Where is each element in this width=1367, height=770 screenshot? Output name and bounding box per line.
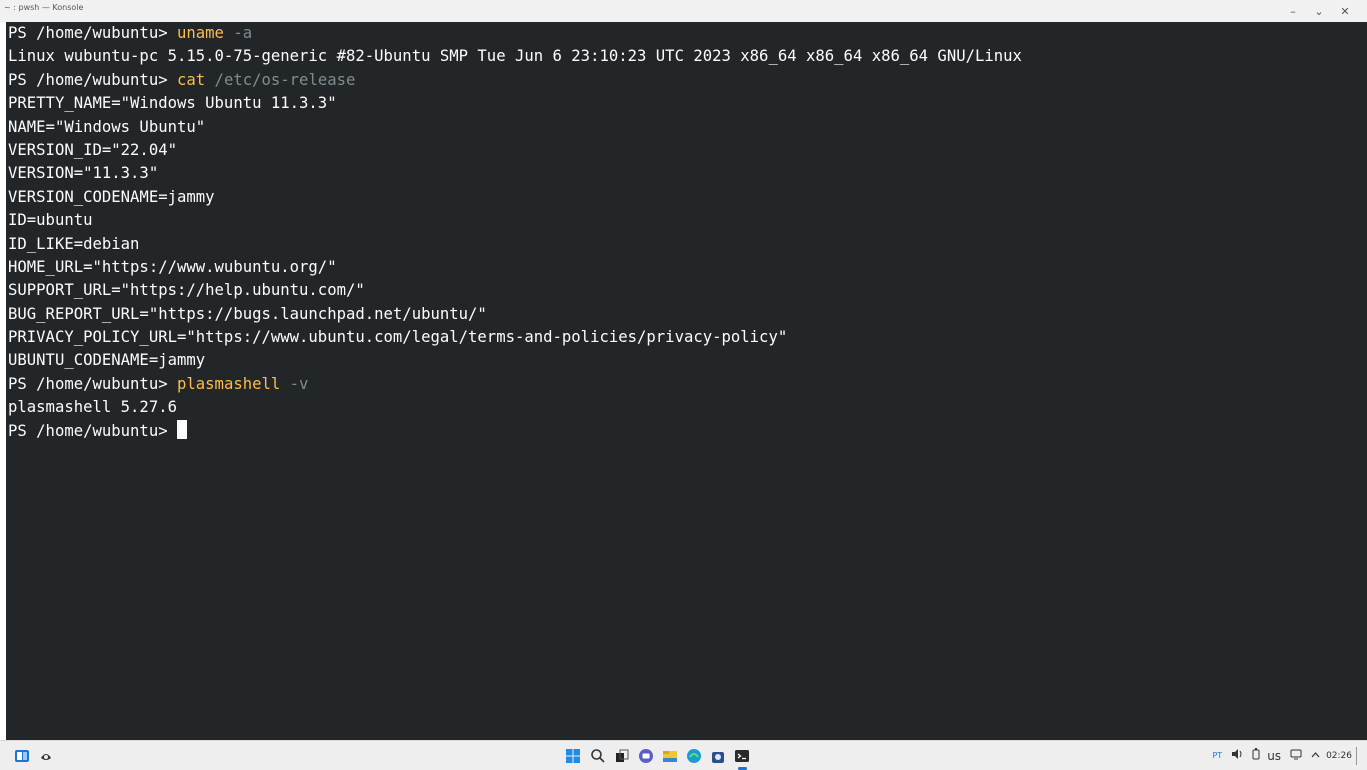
terminal-line: SUPPORT_URL="https://help.ubuntu.com/" [6,279,1367,302]
shell-argument: -a [223,24,253,42]
terminal-line: ID=ubuntu [6,209,1367,232]
terminal-line: NAME="Windows Ubuntu" [6,116,1367,139]
konsole-window: ~ : pwsh — Konsole – ⌄ ✕ PS /home/wubunt… [0,0,1367,740]
terminal-line: PS /home/wubuntu> plasmashell -v [6,373,1367,396]
shell-command: uname [177,24,224,42]
volume-icon[interactable] [1231,749,1243,762]
terminal-line: HOME_URL="https://www.wubuntu.org/" [6,256,1367,279]
terminal-line: VERSION="11.3.3" [6,162,1367,185]
terminal-line: VERSION_ID="22.04" [6,139,1367,162]
terminal-line: Linux wubuntu-pc 5.15.0-75-generic #82-U… [6,45,1367,68]
store-icon[interactable] [710,748,726,764]
output-text: VERSION_ID="22.04" [8,140,177,159]
terminal-line: VERSION_CODENAME=jammy [6,186,1367,209]
output-text: VERSION="11.3.3" [8,164,159,183]
task-view-icon[interactable] [614,748,630,764]
terminal-line: PS /home/wubuntu> cat /etc/os-release [6,69,1367,92]
terminal-line: plasmashell 5.27.6 [6,396,1367,419]
output-text: UBUNTU_CODENAME=jammy [8,351,206,370]
show-desktop-divider [1356,746,1357,765]
terminal-icon[interactable] [734,748,750,770]
minimize-button[interactable]: – [1281,0,1305,22]
clock[interactable]: 02:26 [1326,751,1352,761]
chat-icon[interactable] [638,748,654,764]
shell-command: plasmashell [177,374,281,393]
output-text: ID=ubuntu [8,211,93,230]
search-icon[interactable] [590,748,606,764]
terminal-cursor[interactable] [177,419,187,439]
system-tray: PT us 02:26 [1212,741,1357,770]
shell-prompt: PS /home/wubuntu> [8,374,177,393]
maximize-button[interactable]: ⌄ [1307,0,1331,22]
output-text: HOME_URL="https://www.wubuntu.org/" [8,257,337,276]
input-language[interactable]: PT [1212,751,1222,760]
window-title: ~ : pwsh — Konsole [4,3,84,12]
shell-prompt: PS /home/wubuntu> [8,70,177,89]
shell-prompt: PS /home/wubuntu> [8,24,177,42]
terminal-line: PRETTY_NAME="Windows Ubuntu 11.3.3" [6,92,1367,115]
output-text: NAME="Windows Ubuntu" [8,117,206,136]
file-explorer-icon[interactable] [662,748,678,764]
output-text: BUG_REPORT_URL="https://bugs.launchpad.n… [8,304,487,323]
chevron-up-icon[interactable] [1311,751,1320,761]
output-text: PRIVACY_POLICY_URL="https://www.ubuntu.c… [8,328,788,347]
terminal-line: PRIVACY_POLICY_URL="https://www.ubuntu.c… [6,326,1367,349]
shell-argument: -v [280,374,309,393]
notification-icon[interactable] [1290,748,1302,763]
keyboard-layout[interactable]: us [1267,749,1281,763]
close-button[interactable]: ✕ [1333,0,1357,22]
shell-prompt: PS /home/wubuntu> [8,421,177,440]
output-text: PRETTY_NAME="Windows Ubuntu 11.3.3" [8,94,337,113]
window-titlebar[interactable]: ~ : pwsh — Konsole – ⌄ ✕ [0,0,1367,22]
widgets-icon[interactable] [14,748,30,764]
terminal-line: PS /home/wubuntu> uname -a [6,22,1367,45]
terminal-line: PS /home/wubuntu> [6,419,1367,443]
start-icon[interactable] [565,748,581,764]
copilot-icon[interactable] [38,748,54,764]
output-text: plasmashell 5.27.6 [8,398,177,417]
output-text: ID_LIKE=debian [8,234,140,253]
shell-command: cat [177,70,206,89]
terminal-line: UBUNTU_CODENAME=jammy [6,349,1367,372]
taskbar: PT us 02:26 [0,740,1367,770]
shell-argument: /etc/os-release [205,70,356,89]
terminal-line: BUG_REPORT_URL="https://bugs.launchpad.n… [6,303,1367,326]
terminal-output[interactable]: PS /home/wubuntu> uname -a Linux wubuntu-… [6,22,1367,740]
edge-icon[interactable] [686,748,702,764]
battery-icon[interactable] [1252,748,1260,763]
output-text: VERSION_CODENAME=jammy [8,187,215,206]
output-text: SUPPORT_URL="https://help.ubuntu.com/" [8,281,365,300]
terminal-line: ID_LIKE=debian [6,233,1367,256]
output-text: Linux wubuntu-pc 5.15.0-75-generic #82-U… [8,47,1022,66]
